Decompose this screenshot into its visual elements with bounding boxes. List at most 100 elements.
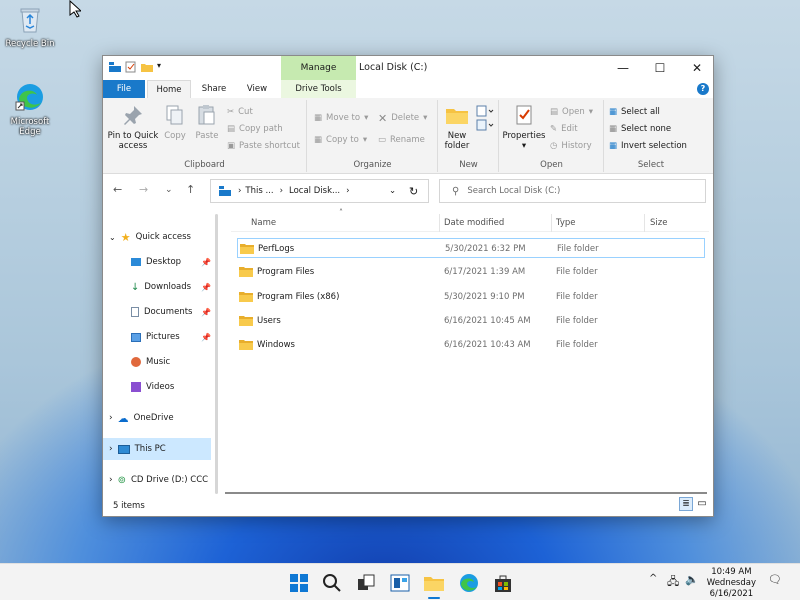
maximize-button[interactable]: ☐ (642, 56, 678, 80)
column-size[interactable]: Size (650, 218, 667, 228)
notifications-icon[interactable]: 🗨 (768, 573, 782, 586)
search-box[interactable]: ⚲ Search Local Disk (C:) (439, 179, 706, 203)
clock[interactable]: 10:49 AM Wednesday 6/16/2021 (707, 567, 756, 600)
select-none-label: Select none (621, 124, 672, 134)
show-hidden-icons-chevron[interactable]: ^ (649, 573, 657, 584)
copy-button[interactable]: Copy (161, 104, 189, 141)
edit-button[interactable]: ✎ Edit (550, 121, 578, 137)
file-row[interactable]: Program Files 6/17/2021 1:39 AM File folde… (237, 262, 705, 282)
tab-share[interactable]: Share (195, 80, 233, 98)
chevron-right-icon: › (109, 444, 113, 454)
nav-desktop[interactable]: Desktop 📌 (131, 253, 211, 271)
tab-drive-tools[interactable]: Drive Tools (281, 80, 356, 98)
paste-shortcut-button[interactable]: ▣ Paste shortcut (227, 138, 300, 154)
file-date: 5/30/2021 6:32 PM (445, 244, 526, 254)
manage-context-tab[interactable]: Manage (281, 56, 356, 80)
ribbon: Pin to Quick access Copy Paste ✂ Cut ▤ Cop… (103, 98, 713, 174)
task-view-icon[interactable] (355, 572, 377, 594)
breadcrumb-this-pc[interactable]: This ... (245, 186, 273, 196)
minimize-icon: — (617, 61, 629, 75)
nav-quick-access[interactable]: ⌄ ★ Quick access (109, 228, 191, 246)
edge-desktop-icon[interactable]: Microsoft Edge (0, 82, 60, 137)
network-icon[interactable]: 🖧 (667, 573, 679, 592)
minimize-button[interactable]: — (605, 56, 641, 80)
open-button[interactable]: ▤ Open ▾ (550, 104, 593, 120)
new-item-icon[interactable] (475, 104, 497, 134)
search-icon[interactable] (321, 572, 343, 594)
details-view-icon[interactable]: ≣ (679, 497, 693, 511)
recycle-bin-desktop-icon[interactable]: Recycle Bin (0, 4, 60, 49)
column-separator[interactable] (644, 214, 645, 232)
chevron-right-icon: › (109, 413, 113, 423)
rename-button[interactable]: ▭ Rename (378, 132, 425, 148)
breadcrumb-local-disk[interactable]: Local Disk... (289, 186, 340, 196)
nav-pane-scrollbar[interactable] (215, 214, 218, 494)
properties-qa-icon[interactable] (125, 61, 137, 73)
column-date-modified[interactable]: Date modified (444, 218, 504, 228)
file-row[interactable]: PerfLogs 5/30/2021 6:32 PM File folder (237, 238, 705, 258)
breadcrumb-sep-icon: › (238, 186, 242, 196)
nav-cd-drive[interactable]: › ⊚ CD Drive (D:) CCC (109, 471, 208, 489)
tab-home[interactable]: Home (147, 80, 191, 98)
volume-icon[interactable]: 🔈 (685, 573, 699, 586)
qa-dropdown-icon[interactable]: ▾ (157, 61, 161, 73)
close-button[interactable]: ✕ (679, 56, 715, 80)
new-folder-qa-icon[interactable] (141, 61, 153, 73)
nav-videos[interactable]: Videos (131, 378, 174, 396)
delete-button[interactable]: ✕ Delete ▾ (378, 110, 427, 126)
open-group-label: Open (540, 160, 563, 170)
file-row[interactable]: Program Files (x86) 5/30/2021 9:10 PM File… (237, 287, 705, 307)
column-separator[interactable] (551, 214, 552, 232)
nav-pictures[interactable]: Pictures 📌 (131, 328, 211, 346)
new-folder-label: New folder (444, 131, 470, 151)
pin-quick-access-button[interactable]: Pin to Quick access (106, 104, 160, 151)
status-bar: 5 items ≣ ▭ (103, 494, 713, 516)
help-icon[interactable]: ? (697, 83, 709, 95)
column-separator[interactable] (439, 214, 440, 232)
start-windows-icon[interactable] (288, 572, 310, 594)
videos-icon (131, 382, 141, 392)
tab-file[interactable]: File (103, 80, 145, 98)
column-name[interactable]: Name (251, 218, 276, 228)
address-box[interactable]: › This ... › Local Disk... › ⌄ ↻ (210, 179, 429, 203)
breadcrumb-sep-icon: › (346, 186, 350, 196)
open-group: Properties ▾ ▤ Open ▾ ✎ Edit ◷ History Open (500, 100, 604, 172)
history-button[interactable]: ◷ History (550, 138, 592, 154)
new-folder-button[interactable]: New folder (441, 104, 473, 151)
nav-music[interactable]: Music (131, 353, 170, 371)
new-folder-icon (446, 109, 468, 124)
select-all-button[interactable]: ▦ Select all (609, 104, 660, 120)
select-none-button[interactable]: ▦ Select none (609, 121, 671, 137)
properties-button[interactable]: Properties ▾ (502, 104, 546, 151)
address-history-chevron-icon[interactable]: ⌄ (389, 186, 396, 196)
title-bar: ▾ Manage Local Disk (C:) — ☐ ✕ (103, 56, 713, 80)
store-icon[interactable] (492, 572, 514, 594)
copy-path-button[interactable]: ▤ Copy path (227, 121, 283, 137)
large-icons-view-icon[interactable]: ▭ (695, 497, 709, 511)
nav-downloads[interactable]: ↓ Downloads 📌 (131, 278, 211, 296)
move-to-button[interactable]: ▦ Move to ▾ (314, 110, 368, 126)
file-explorer-taskbar-icon[interactable] (423, 572, 445, 594)
invert-selection-button[interactable]: ▦ Invert selection (609, 138, 687, 154)
file-row[interactable]: Users 6/16/2021 10:45 AM File folder (237, 311, 705, 331)
cut-button[interactable]: ✂ Cut (227, 104, 253, 120)
column-type[interactable]: Type (556, 218, 576, 228)
tab-view[interactable]: View (237, 80, 277, 98)
copy-to-button[interactable]: ▦ Copy to ▾ (314, 132, 367, 148)
quick-access-toolbar: ▾ (109, 61, 161, 73)
edge-taskbar-icon[interactable] (458, 572, 480, 594)
clock-day: Wednesday (706, 578, 756, 588)
recent-locations-chevron-icon[interactable]: ⌄ (165, 185, 173, 195)
paste-button[interactable]: Paste (192, 104, 222, 141)
file-row[interactable]: Windows 6/16/2021 10:43 AM File folder (237, 335, 705, 355)
back-arrow-icon[interactable]: ← (113, 183, 122, 196)
nav-onedrive[interactable]: › ☁ OneDrive (109, 409, 174, 427)
refresh-icon[interactable]: ↻ (409, 185, 418, 198)
explorer-app-icon (109, 62, 121, 72)
up-arrow-icon[interactable]: ↑ (186, 183, 195, 196)
nav-this-pc[interactable]: › This PC (103, 438, 211, 460)
widgets-icon[interactable] (389, 572, 411, 594)
forward-arrow-icon[interactable]: → (139, 183, 148, 196)
mouse-cursor-icon (69, 0, 81, 18)
nav-documents[interactable]: Documents 📌 (131, 303, 211, 321)
